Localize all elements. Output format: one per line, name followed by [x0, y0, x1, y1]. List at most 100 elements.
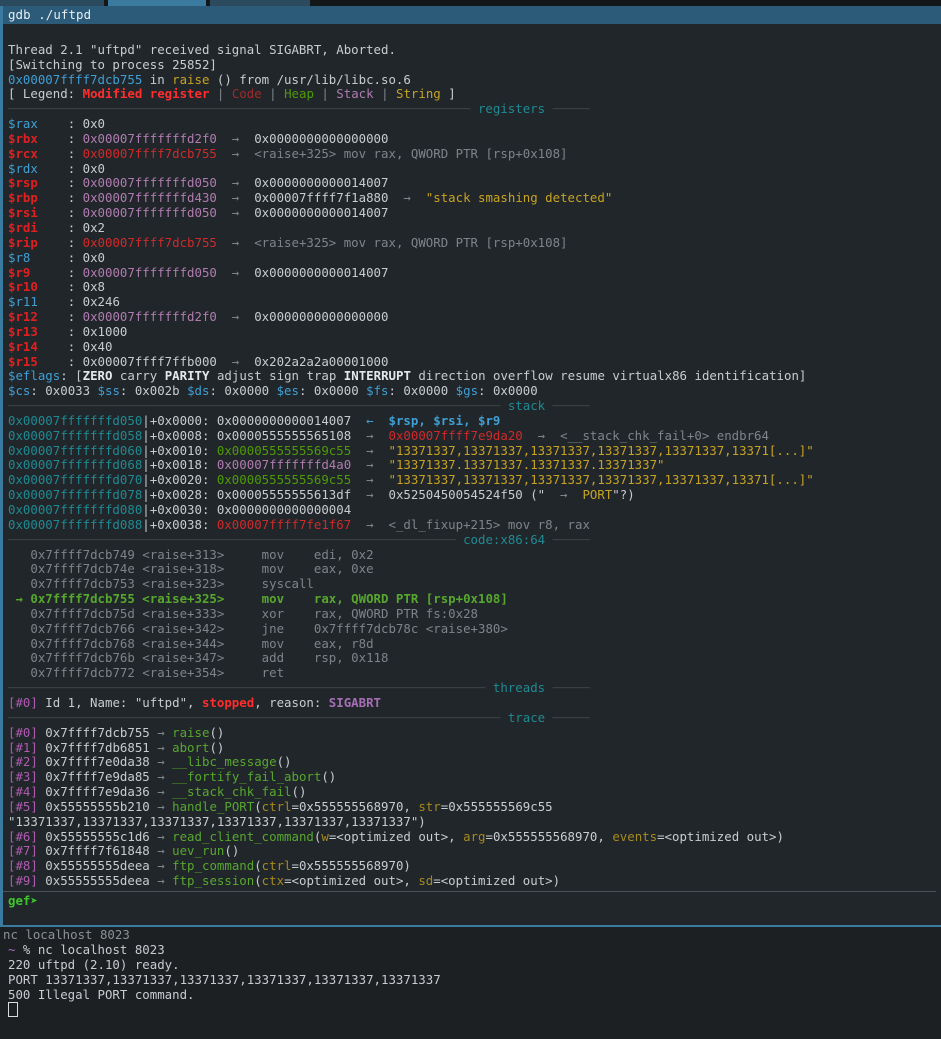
nc-output[interactable]: ~ % nc localhost 8023 220 uftpd (2.10) re…: [0, 942, 941, 1018]
register-chain-value: 0x0000000000014007: [254, 205, 389, 221]
stack-row: 0x00007fffffffd088|+0x0038: 0x00007ffff7…: [3, 516, 941, 533]
trace-arg-name: w: [321, 828, 329, 844]
section-title: trace: [507, 709, 546, 725]
legend-suffix: ]: [440, 86, 456, 102]
segment-name: $ds: [187, 383, 210, 399]
gef-prompt-line[interactable]: gef➤: [3, 892, 941, 909]
trace-row: [#6] 0x55555555c1d6 → read_client_comman…: [3, 828, 941, 845]
trace-arg-value: =<optimized out>,: [284, 873, 419, 889]
stack-marker: →: [351, 516, 389, 532]
eflags-space: [112, 368, 119, 383]
nc-text: 500 Illegal PORT command.: [8, 986, 195, 1002]
thread-info: Id 1, Name: "uftpd",: [37, 694, 202, 710]
eflag-interrupt: INTERRUPT: [343, 368, 411, 384]
register-value: 0x00007ffff7dcb755: [82, 145, 217, 161]
code-operands: rax, QWORD PTR fs:0x28: [313, 605, 478, 621]
code-current-marker: [8, 636, 30, 651]
trace-function: read_client_command: [172, 828, 314, 844]
code-mnemonic: mov: [261, 546, 314, 562]
segment-registers-row: $cs: 0x0033 $ss: 0x002b $ds: 0x0000 $es:…: [3, 383, 941, 399]
register-colon: :: [67, 323, 83, 339]
register-value: 0x00007ffff7ffb000: [82, 353, 217, 369]
terminal-screen: gdb ./uftpd Thread 2.1 "uftpd" received …: [0, 0, 941, 1039]
trace-arg-name: ctx: [261, 873, 285, 889]
trace-arrow: →: [149, 798, 173, 814]
gdb-bottom-rule: [3, 890, 936, 892]
stack-divider: |: [142, 472, 150, 488]
code-address: 0x7ffff7dcb766 <raise+342>: [30, 620, 262, 636]
gdb-blank-0: [3, 28, 941, 43]
trace-address: 0x55555555deea: [37, 873, 150, 889]
code-mnemonic: ret: [261, 665, 314, 681]
code-row: 0x7ffff7dcb74e <raise+318> mov eax, 0xe: [3, 561, 941, 577]
eflag-identification: identification: [694, 368, 799, 384]
gef-prompt: gef: [8, 892, 31, 908]
register-chain-value: <raise+325> mov rax, QWORD PTR [rsp+0x10…: [254, 234, 568, 250]
code-current-marker: [8, 606, 30, 621]
stack-tail: "13371337,13371337,13371337,13371337,133…: [388, 472, 814, 488]
thread-row: [#0] Id 1, Name: "uftpd", stopped, reaso…: [3, 694, 941, 711]
thread-reason-label: , reason:: [254, 694, 329, 710]
trace-paren: (: [254, 798, 262, 814]
register-colon: :: [67, 116, 83, 132]
stack-marker: →: [351, 472, 389, 488]
register-arrow: →: [216, 205, 255, 221]
stack-address: 0x00007fffffffd078: [8, 487, 143, 503]
register-row: $rsp : 0x00007fffffffd050 → 0x0000000000…: [3, 176, 941, 191]
gdb-output[interactable]: Thread 2.1 "uftpd" received signal SIGAB…: [3, 24, 941, 925]
register-colon: :: [67, 234, 83, 250]
stack-row: 0x00007fffffffd068|+0x0018: 0x00007fffff…: [3, 458, 941, 473]
register-chain-value: 0x0000000000000000: [254, 309, 389, 325]
code-operands: 0x7ffff7dcb78c <raise+380>: [313, 620, 508, 636]
thread-reason: SIGABRT: [328, 694, 382, 710]
terminal-cursor[interactable]: [8, 1002, 18, 1018]
register-name: $rsi: [8, 205, 68, 221]
code-mnemonic: mov: [261, 635, 314, 651]
trace-arrow: →: [149, 724, 173, 740]
stack-tail: 0x5250450054524f50 (": [388, 487, 546, 503]
section-separator-code: ────────────────────────────────────────…: [3, 532, 941, 548]
legend-modified-register: Modified register: [82, 86, 210, 102]
gef-prompt-arrow: ➤: [30, 892, 38, 908]
stack-divider: |: [142, 427, 150, 443]
register-row: $r9 : 0x00007fffffffd050 → 0x00000000000…: [3, 264, 941, 281]
code-address: 0x7ffff7dcb755 <raise+325>: [30, 591, 262, 607]
code-mnemonic: mov: [261, 561, 314, 577]
register-colon: :: [67, 279, 83, 295]
trace-row: [#2] 0x7ffff7e0da38 → __libc_message(): [3, 754, 941, 770]
segment-name: $es: [276, 383, 299, 399]
register-colon: :: [67, 219, 83, 235]
trace-function: __libc_message: [172, 754, 277, 770]
gdb-pane-title: gdb ./uftpd: [3, 6, 941, 24]
trace-row: [#0] 0x7ffff7dcb755 → raise(): [3, 724, 941, 741]
register-value: 0x0: [82, 160, 105, 176]
trace-arg-value: =<optimized out>): [657, 828, 784, 844]
register-chain-value: 0x0000000000014007: [254, 264, 389, 280]
code-address: 0x7ffff7dcb772 <raise+354>: [30, 665, 262, 681]
register-row: $r12 : 0x00007fffffffd2f0 → 0x0000000000…: [3, 309, 941, 325]
register-row: $rcx : 0x00007ffff7dcb755 → <raise+325> …: [3, 145, 941, 162]
stack-tail: "13371337.13371337.13371337.13371337": [388, 457, 665, 473]
trace-address: 0x7ffff7e0da38: [37, 754, 150, 770]
stack-value: 0x00007ffff7fe1f67: [216, 516, 352, 532]
section-separator-trace: ────────────────────────────────────────…: [3, 709, 941, 726]
code-address: 0x7ffff7dcb74e <raise+318>: [30, 561, 262, 577]
stack-offset: +0x0038:: [149, 516, 217, 532]
stack-value: 0x0000555555569c55: [216, 472, 352, 488]
trace-row: [#7] 0x7ffff7f61848 → uev_run(): [3, 843, 941, 859]
stack-divider: |: [142, 442, 150, 458]
stack-address: 0x00007fffffffd080: [8, 502, 143, 517]
register-name: $rdx: [8, 160, 68, 176]
stack-tail: "?): [612, 487, 635, 503]
register-arrow: →: [216, 190, 255, 206]
location-address: 0x00007ffff7dcb755: [8, 71, 143, 87]
location-in: in: [142, 71, 173, 87]
legend-pipe-4: |: [373, 86, 396, 102]
trace-arrow: →: [149, 754, 173, 770]
thread-index: [#0]: [8, 694, 38, 710]
register-name: $rdi: [8, 219, 68, 235]
register-name: $r12: [8, 309, 68, 325]
trace-arrow: →: [149, 858, 173, 874]
code-current-marker: [8, 665, 30, 680]
register-chain-value: <raise+325> mov rax, QWORD PTR [rsp+0x10…: [254, 145, 568, 161]
